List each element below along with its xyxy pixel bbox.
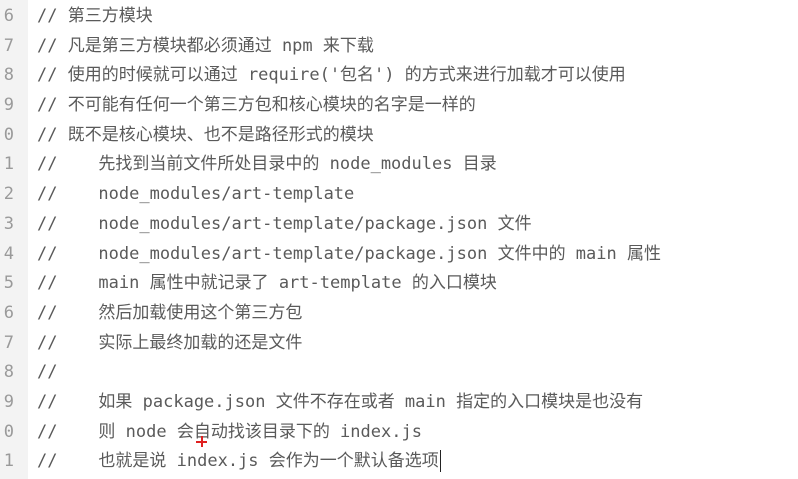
code-line-active[interactable]: 1 // 也就是说 index.js 会作为一个默认备选项 bbox=[0, 447, 798, 477]
line-text: // bbox=[37, 362, 58, 383]
line-number: 2 bbox=[3, 184, 14, 205]
line-number: 0 bbox=[3, 124, 14, 145]
line-number: 3 bbox=[3, 213, 14, 234]
line-text: // 然后加载使用这个第三方包 bbox=[37, 302, 303, 323]
line-number: 1 bbox=[3, 451, 14, 472]
line-text: // 第三方模块 bbox=[37, 6, 153, 26]
line-text: // node_modules/art-template/package.jso… bbox=[37, 213, 532, 234]
line-text: // 使用的时候就可以通过 require('包名') 的方式来进行加载才可以使… bbox=[37, 65, 626, 86]
line-text: // 凡是第三方模块都必须通过 npm 来下载 bbox=[37, 35, 374, 56]
line-text: // 也就是说 index.js 会作为一个默认备选项 bbox=[37, 451, 439, 472]
line-number: 7 bbox=[3, 332, 14, 353]
line-number: 0 bbox=[3, 421, 14, 442]
line-text: // 如果 package.json 文件不存在或者 main 指定的入口模块是… bbox=[37, 391, 644, 412]
line-number: 4 bbox=[3, 243, 14, 264]
code-line[interactable]: 8 // bbox=[0, 358, 798, 388]
line-number: 6 bbox=[3, 6, 14, 26]
line-text: // 实际上最终加载的还是文件 bbox=[37, 332, 303, 353]
line-text: // node_modules/art-template/package.jso… bbox=[37, 243, 661, 264]
code-line[interactable]: 0 // 既不是核心模块、也不是路径形式的模块 bbox=[0, 121, 798, 151]
line-text: // 先找到当前文件所处目录中的 node_modules 目录 bbox=[37, 154, 497, 175]
line-text: // main 属性中就记录了 art-template 的入口模块 bbox=[37, 273, 497, 294]
text-caret bbox=[439, 450, 442, 473]
line-number: 5 bbox=[3, 273, 14, 294]
line-text: // node_modules/art-template bbox=[37, 184, 355, 205]
line-number: 8 bbox=[3, 65, 14, 86]
code-area[interactable]: 6 // 第三方模块 7 // 凡是第三方模块都必须通过 npm 来下载 8 // 使… bbox=[0, 2, 798, 477]
line-number: 1 bbox=[3, 154, 14, 175]
line-text: // 不可能有任何一个第三方包和核心模块的名字是一样的 bbox=[37, 95, 476, 116]
code-line[interactable]: 6 // 然后加载使用这个第三方包 bbox=[0, 299, 798, 329]
code-line[interactable]: 2 // node_modules/art-template bbox=[0, 180, 798, 210]
code-line[interactable]: 7 // 实际上最终加载的还是文件 bbox=[0, 329, 798, 359]
line-number: 8 bbox=[3, 362, 14, 383]
crosshair-cursor-icon bbox=[196, 436, 207, 447]
line-text-wrapper: // 也就是说 index.js 会作为一个默认备选项 bbox=[37, 447, 442, 477]
line-text: // 则 node 会自动找该目录下的 index.js bbox=[37, 421, 422, 442]
code-line[interactable]: 0 // 则 node 会自动找该目录下的 index.js bbox=[0, 418, 798, 448]
code-line[interactable]: 3 // node_modules/art-template/package.js… bbox=[0, 210, 798, 240]
code-editor[interactable]: 6 // 第三方模块 7 // 凡是第三方模块都必须通过 npm 来下载 8 // 使… bbox=[0, 0, 798, 479]
line-number: 7 bbox=[3, 35, 14, 56]
line-text: // 既不是核心模块、也不是路径形式的模块 bbox=[37, 124, 374, 145]
code-line[interactable]: 6 // 第三方模块 bbox=[0, 2, 798, 32]
code-line[interactable]: 8 // 使用的时候就可以通过 require('包名') 的方式来进行加载才可以… bbox=[0, 61, 798, 91]
code-line[interactable]: 7 // 凡是第三方模块都必须通过 npm 来下载 bbox=[0, 32, 798, 62]
code-line[interactable]: 1 // 先找到当前文件所处目录中的 node_modules 目录 bbox=[0, 150, 798, 180]
code-line[interactable]: 4 // node_modules/art-template/package.js… bbox=[0, 240, 798, 270]
line-number: 9 bbox=[3, 391, 14, 412]
code-line[interactable]: 9 // 不可能有任何一个第三方包和核心模块的名字是一样的 bbox=[0, 91, 798, 121]
line-number: 6 bbox=[3, 302, 14, 323]
code-line[interactable]: 5 // main 属性中就记录了 art-template 的入口模块 bbox=[0, 269, 798, 299]
code-line[interactable]: 9 // 如果 package.json 文件不存在或者 main 指定的入口模块… bbox=[0, 388, 798, 418]
line-number: 9 bbox=[3, 95, 14, 116]
